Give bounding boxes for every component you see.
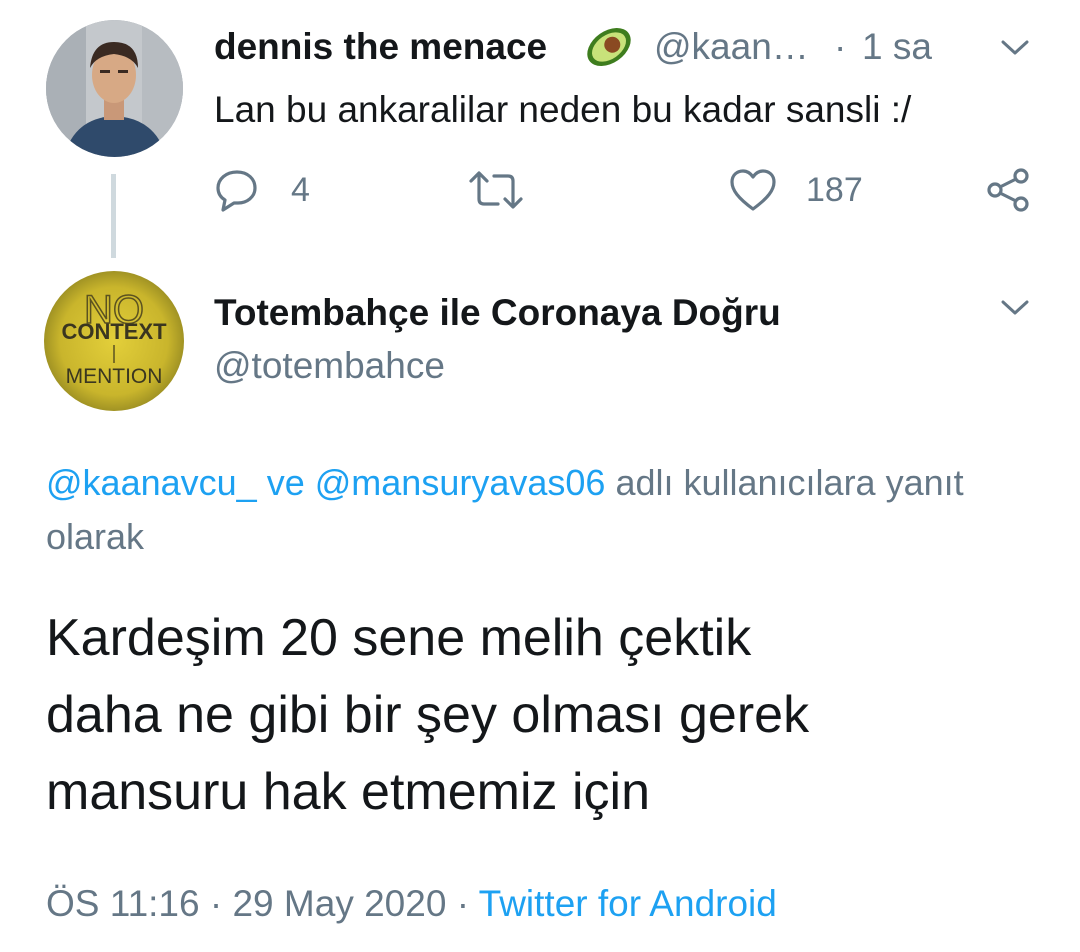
avatar-logo: NO CONTEXT MENTION	[44, 271, 184, 411]
chevron-down-icon[interactable]	[1000, 298, 1030, 318]
tweet-body-line: daha ne gibi bir şey olması gerek	[46, 686, 810, 744]
tweet-text: Lan bu ankaralilar neden bu kadar sansli…	[214, 89, 912, 130]
separator-dot: ·	[456, 883, 470, 924]
thread-connector-line	[111, 174, 116, 258]
user-avatar-totembahce[interactable]: NO CONTEXT MENTION	[44, 271, 184, 411]
tweet-source-link[interactable]: Twitter for Android	[479, 883, 777, 924]
avocado-icon	[583, 24, 635, 70]
separator-dot: ·	[209, 883, 223, 924]
tweet-date[interactable]: 29 May 2020	[232, 883, 446, 924]
reply-icon[interactable]	[214, 167, 260, 213]
like-count: 187	[806, 171, 863, 209]
replying-conjunction: ve	[266, 462, 305, 503]
tweet-body: Kardeşim 20 sene melih çektik daha ne gi…	[46, 600, 1046, 831]
tweet-time[interactable]: 1 sa	[862, 24, 932, 70]
mention-link-kaanavcu[interactable]: @kaanavcu_	[46, 462, 257, 503]
user-handle[interactable]: @totembahce	[214, 343, 445, 389]
tweet-meta: ÖS 11:16 · 29 May 2020 · Twitter for And…	[46, 878, 777, 930]
share-icon[interactable]	[985, 167, 1031, 213]
user-handle[interactable]: @kaan…	[654, 24, 809, 70]
tweet-body-line: Kardeşim 20 sene melih çektik	[46, 609, 752, 667]
chevron-down-icon[interactable]	[1000, 38, 1030, 58]
retweet-icon[interactable]	[467, 167, 525, 213]
mention-link-mansuryavas[interactable]: @mansuryavas06	[315, 462, 606, 503]
reply-count: 4	[291, 171, 310, 209]
separator-dot: ·	[834, 26, 847, 67]
avatar-text-mention: MENTION	[66, 365, 163, 388]
display-name[interactable]: Totembahçe ile Coronaya Doğru	[214, 290, 781, 336]
replying-to-context: @kaanavcu_ ve @mansuryavas06 adlı kullan…	[46, 456, 1036, 564]
tweet-time[interactable]: ÖS 11:16	[46, 883, 200, 924]
display-name[interactable]: dennis the menace	[214, 24, 547, 70]
avatar-photo	[46, 20, 183, 157]
tweet-body-line: mansuru hak etmemiz için	[46, 763, 650, 821]
heart-icon[interactable]	[728, 167, 778, 213]
user-avatar-dennis[interactable]	[46, 20, 183, 157]
avatar-text-context: CONTEXT	[61, 319, 167, 344]
